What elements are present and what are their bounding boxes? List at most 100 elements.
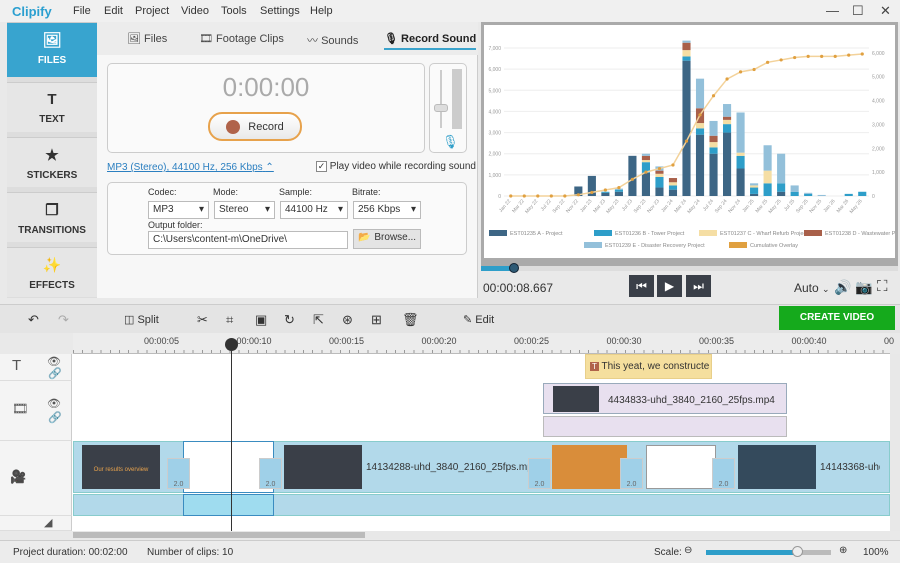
x-axis-tick: Jan 25 <box>741 198 755 214</box>
format-link[interactable]: MP3 (Stereo), 44100 Hz, 256 Kbps ⌃ <box>107 162 274 173</box>
next-button[interactable]: ⏭ <box>686 275 711 297</box>
zoom-icon[interactable]: ⇱ <box>313 312 324 328</box>
play-button[interactable]: ▶ <box>657 275 682 297</box>
ruler-tick-label: 00:00:20 <box>421 336 457 346</box>
transition-tile[interactable]: 2.0 <box>259 458 282 489</box>
camera-snapshot-icon[interactable]: 📷 <box>855 279 872 296</box>
audio-clip-selected[interactable] <box>183 494 274 516</box>
bar-segment <box>628 155 637 196</box>
sample-select[interactable]: 44100 Hz ▾ <box>280 201 348 219</box>
menu-edit[interactable]: Edit <box>104 5 123 17</box>
menu-tools[interactable]: Tools <box>221 5 247 17</box>
transition-tile[interactable]: 2.0 <box>528 458 551 489</box>
scissors-icon[interactable]: ✂ <box>197 312 208 328</box>
scrollbar-thumb[interactable] <box>73 532 365 538</box>
sidebar-label: TRANSITIONS <box>18 225 86 236</box>
bar-segment <box>682 56 691 61</box>
transition-tile[interactable]: 2.0 <box>712 458 735 489</box>
quality-value: Auto <box>794 281 819 295</box>
aspect-icon[interactable]: ▣ <box>255 312 267 328</box>
record-button[interactable]: Record <box>208 112 302 141</box>
workers-thumbnail[interactable] <box>552 445 627 489</box>
horizontal-scrollbar[interactable] <box>73 531 890 539</box>
redo-icon[interactable]: ↷ <box>58 312 69 328</box>
seek-handle[interactable] <box>509 263 520 273</box>
zoom-out-icon[interactable]: ⊖ <box>684 545 692 556</box>
insert-icon[interactable]: ⊞ <box>371 312 382 328</box>
undo-icon[interactable]: ↶ <box>28 312 39 328</box>
bar-segment <box>641 172 650 196</box>
quality-select[interactable]: Auto ⌄ <box>794 281 830 295</box>
playhead[interactable] <box>231 340 232 531</box>
cumulative-point <box>752 67 756 72</box>
link-icon[interactable]: 🔗 <box>48 411 62 424</box>
overlay-clip[interactable]: 4434833-uhd_3840_2160_25fps.mp4 <box>543 383 787 414</box>
scale-slider[interactable] <box>706 546 831 557</box>
bar-segment <box>804 193 813 196</box>
playhead-handle[interactable] <box>225 338 238 351</box>
previous-button[interactable]: ⏮ <box>629 275 654 297</box>
minimize-button[interactable]: — <box>826 3 839 18</box>
dropdown-arrow-icon: ▾ <box>410 204 416 215</box>
tab-files[interactable]: 🖼 Files <box>127 32 167 45</box>
sidebar-item-text[interactable]: T TEXT <box>7 82 97 132</box>
blueprint-thumbnail[interactable] <box>646 445 716 489</box>
cumulative-point <box>793 55 797 60</box>
timeline-ruler[interactable] <box>73 333 890 354</box>
bar-segment <box>777 191 786 196</box>
scale-handle[interactable] <box>792 546 804 557</box>
mode-select[interactable]: Stereo ▾ <box>214 201 275 219</box>
bar-segment <box>695 134 705 196</box>
bar-segment <box>709 135 718 143</box>
edit-button[interactable]: ✎ Edit <box>463 313 494 326</box>
trash-icon[interactable]: 🗑 <box>402 312 419 328</box>
sidebar-item-stickers[interactable]: ★ STICKERS <box>7 137 97 187</box>
link-icon[interactable]: 🔗 <box>48 367 62 380</box>
menu-file[interactable]: File <box>73 5 91 17</box>
city-thumbnail[interactable] <box>738 445 816 489</box>
fullscreen-icon[interactable]: ⛶ <box>877 278 888 295</box>
bitrate-select[interactable]: 256 Kbps ▾ <box>353 201 421 219</box>
create-video-button[interactable]: CREATE VIDEO <box>779 306 895 330</box>
left-axis-tick: 4,000 <box>488 109 501 115</box>
vertical-scrollbar[interactable] <box>890 354 900 531</box>
codec-label: Codec: <box>148 187 177 197</box>
text-clip[interactable]: T This yeat, we constructe <box>585 354 712 379</box>
transition-tile[interactable]: 2.0 <box>167 458 190 489</box>
rotate-icon[interactable]: ↻ <box>284 312 295 328</box>
stabilize-icon[interactable]: ⊛ <box>342 312 353 328</box>
tab-record-sound[interactable]: 🎙 Record Sound <box>384 32 477 50</box>
magic-wand-icon: ✨ <box>42 257 62 274</box>
menu-help[interactable]: Help <box>310 5 333 17</box>
x-axis-tick: May 22 <box>524 198 539 215</box>
crop-icon[interactable]: ⌗ <box>226 312 233 328</box>
split-button[interactable]: ◫ Split <box>124 313 159 326</box>
sidebar-item-files[interactable]: 🖼 FILES <box>7 22 97 77</box>
volume-icon[interactable]: 🔊 <box>834 279 851 296</box>
maximize-button[interactable]: ☐ <box>852 3 864 19</box>
sidebar-item-effects[interactable]: ✨ EFFECTS <box>7 247 97 297</box>
zoom-in-icon[interactable]: ⊕ <box>839 545 847 556</box>
tab-footage-clips[interactable]: 🎞 Footage Clips <box>199 32 284 45</box>
visibility-eye-icon[interactable]: 👁 <box>47 397 61 410</box>
tab-label: Footage Clips <box>216 33 284 45</box>
mic-volume-slider[interactable] <box>440 70 442 128</box>
bar-segment <box>641 160 650 163</box>
output-folder-input[interactable]: C:\Users\content-m\OneDrive\ <box>148 231 348 249</box>
x-axis-tick: Sep 22 <box>552 198 567 214</box>
play-video-checkbox[interactable]: ✓ Play video while recording sound <box>316 161 476 172</box>
ruler-tick-label: 00:00:35 <box>699 336 735 346</box>
close-button[interactable]: ✕ <box>880 3 891 19</box>
bar-segment <box>668 182 678 186</box>
seek-bar[interactable] <box>481 263 898 273</box>
menu-project[interactable]: Project <box>135 5 169 17</box>
mic-volume-handle[interactable] <box>434 104 448 112</box>
tab-sounds[interactable]: 〰 Sounds <box>307 32 358 48</box>
sidebar-item-transitions[interactable]: ❐ TRANSITIONS <box>7 192 97 242</box>
browse-button[interactable]: 📂 Browse... <box>353 229 421 249</box>
title-clip[interactable]: Our results overview <box>82 445 160 489</box>
codec-select[interactable]: MP3 ▾ <box>148 201 209 219</box>
transition-tile[interactable]: 2.0 <box>620 458 643 489</box>
menu-video[interactable]: Video <box>181 5 209 17</box>
menu-settings[interactable]: Settings <box>260 5 300 17</box>
